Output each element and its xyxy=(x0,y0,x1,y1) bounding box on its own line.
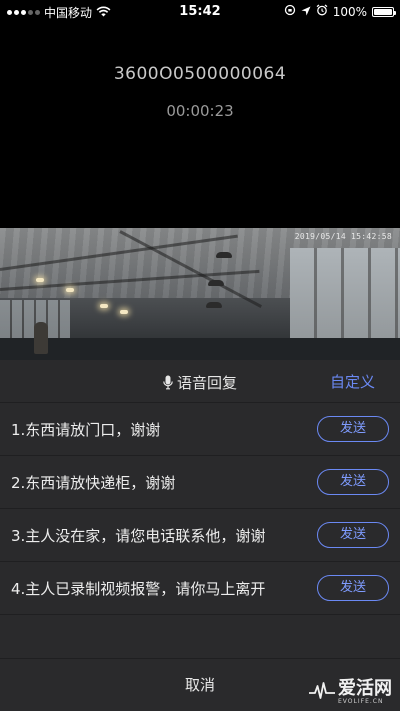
orientation-lock-icon xyxy=(284,4,296,19)
feed-floor xyxy=(0,338,400,360)
reply-text: 1.东西请放门口，谢谢 xyxy=(11,421,161,439)
feed-person xyxy=(34,322,48,354)
watermark-name: 爱活网 xyxy=(338,678,392,699)
feed-light xyxy=(66,288,74,292)
reply-row: 1.东西请放门口，谢谢 发送 xyxy=(0,403,400,456)
watermark: 爱活网 EVOLIFE.CN xyxy=(309,680,392,705)
feed-pendant-lamp xyxy=(216,252,232,258)
camera-timestamp: 2019/05/14 15:42:58 xyxy=(294,232,392,241)
reply-row: 2.东西请放快递柜，谢谢 发送 xyxy=(0,456,400,509)
battery-icon xyxy=(372,6,396,17)
battery-percent: 100% xyxy=(332,4,367,19)
reply-row: 3.主人没在家，请您电话联系他，谢谢 发送 xyxy=(0,509,400,562)
send-button[interactable]: 发送 xyxy=(317,575,389,601)
custom-reply-button[interactable]: 自定义 xyxy=(330,371,375,392)
send-button[interactable]: 发送 xyxy=(317,416,389,442)
reply-text: 4.主人已录制视频报警，请你马上离开 xyxy=(11,580,266,598)
feed-light xyxy=(120,310,128,314)
pulse-logo-icon xyxy=(309,681,335,704)
send-button[interactable]: 发送 xyxy=(317,522,389,548)
reply-row: 4.主人已录制视频报警，请你马上离开 发送 xyxy=(0,562,400,615)
call-duration: 00:00:23 xyxy=(166,102,234,120)
microphone-icon xyxy=(163,375,173,394)
voice-reply-sheet: 语音回复 自定义 1.东西请放门口，谢谢 发送 2.东西请放快递柜，谢谢 发送 … xyxy=(0,360,400,711)
feed-pendant-lamp xyxy=(208,280,224,286)
watermark-domain: EVOLIFE.CN xyxy=(338,698,384,705)
watermark-text: 爱活网 EVOLIFE.CN xyxy=(338,678,392,706)
send-button[interactable]: 发送 xyxy=(317,469,389,495)
camera-feed[interactable]: 2019/05/14 15:42:58 xyxy=(0,228,400,360)
feed-pendant-lamp xyxy=(206,302,222,308)
feed-light xyxy=(100,304,108,308)
location-arrow-icon xyxy=(301,5,311,19)
reply-text: 2.东西请放快递柜，谢谢 xyxy=(11,474,176,492)
status-bar-right: 100% xyxy=(284,4,396,19)
feed-light xyxy=(36,278,44,282)
sheet-header: 语音回复 自定义 xyxy=(0,360,400,403)
device-id: 3600O0500000064 xyxy=(113,64,287,84)
sheet-title-label: 语音回复 xyxy=(176,374,237,392)
alarm-icon xyxy=(316,4,328,19)
status-bar: 中国移动 15:42 100% xyxy=(0,0,400,24)
reply-text: 3.主人没在家，请您电话联系他，谢谢 xyxy=(11,527,266,545)
